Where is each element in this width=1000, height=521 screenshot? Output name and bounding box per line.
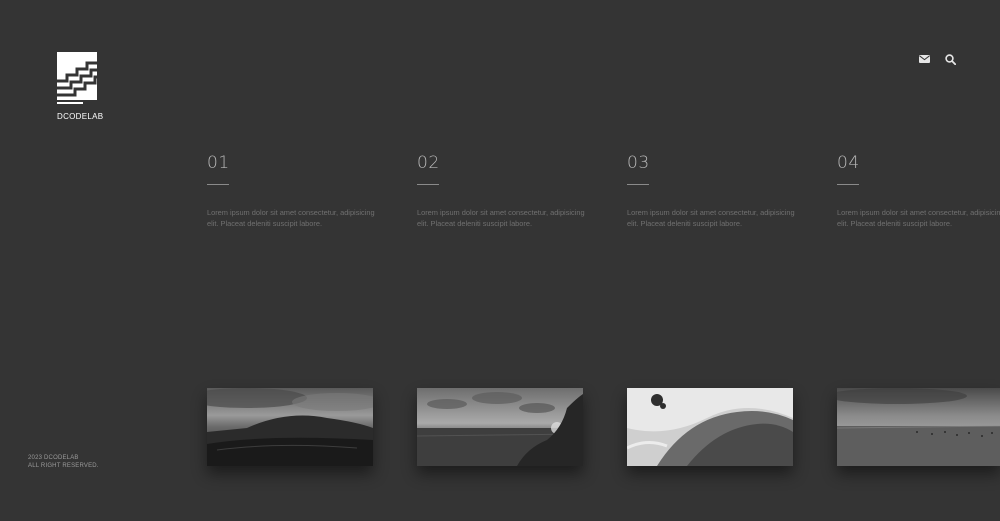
page: DCODELAB 01 Lorem ipsum dolor sit amet c…: [0, 0, 1000, 521]
item-description: Lorem ipsum dolor sit amet consectetur, …: [207, 208, 375, 228]
item-number: 04: [837, 153, 860, 173]
item-number: 03: [627, 153, 650, 173]
copyright: 2023 DCODELAB ALL RIGHT RESERVED.: [28, 454, 99, 470]
copyright-line-1: 2023 DCODELAB: [28, 455, 79, 461]
feature-item: 04 Lorem ipsum dolor sit amet consectetu…: [837, 152, 1000, 229]
brand-name: DCODELAB: [57, 112, 104, 121]
calm-sea-image[interactable]: [837, 388, 1000, 466]
divider: [837, 184, 859, 185]
sea-horizon-image[interactable]: [417, 388, 583, 466]
feature-item: 03 Lorem ipsum dolor sit amet consectetu…: [627, 152, 802, 229]
feature-item: 01 Lorem ipsum dolor sit amet consectetu…: [207, 152, 382, 229]
header-icons: [918, 53, 956, 65]
stairs-logo-icon: [57, 52, 97, 104]
divider: [627, 184, 649, 185]
brand-logo[interactable]: DCODELAB: [57, 52, 117, 122]
crashing-wave-image[interactable]: [627, 388, 793, 466]
item-description: Lorem ipsum dolor sit amet consectetur, …: [837, 208, 1000, 228]
divider: [417, 184, 439, 185]
item-number: 02: [417, 153, 440, 173]
item-description: Lorem ipsum dolor sit amet consectetur, …: [417, 208, 585, 228]
item-number: 01: [207, 153, 230, 173]
feature-item: 02 Lorem ipsum dolor sit amet consectetu…: [417, 152, 592, 229]
ocean-wave-image[interactable]: [207, 388, 373, 466]
item-description: Lorem ipsum dolor sit amet consectetur, …: [627, 208, 795, 228]
divider: [207, 184, 229, 185]
copyright-line-2: ALL RIGHT RESERVED.: [28, 463, 99, 469]
mail-icon[interactable]: [918, 53, 930, 65]
search-icon[interactable]: [944, 53, 956, 65]
